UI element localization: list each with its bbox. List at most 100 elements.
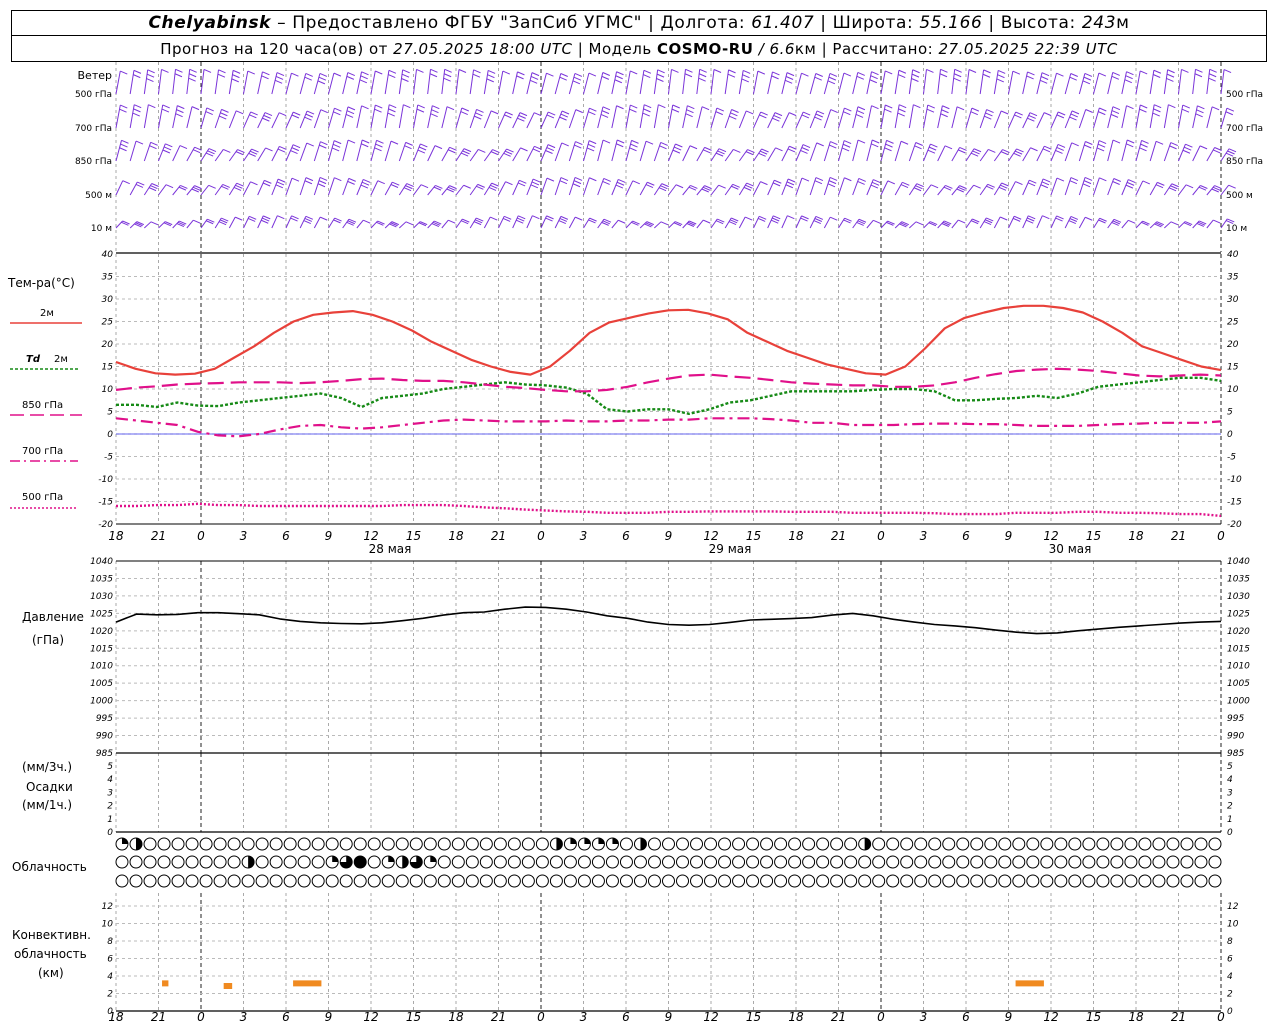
wind-barb [1163,142,1178,162]
wind-barb-staff [1064,110,1073,129]
wind-barb [1192,105,1205,129]
wind-barb-flag [137,181,145,186]
wind-barb-flag [843,111,851,116]
wind-barb [1093,177,1107,196]
wind-barb-staff [455,107,463,129]
wind-barb [1036,145,1052,162]
cloud-circle-outline [1054,837,1068,851]
wind-barb-staff [937,145,946,162]
wind-barb-flag [1043,112,1052,117]
cloud-cover-circle [199,837,213,851]
wind-barb [1036,178,1051,196]
wind-barb [271,215,285,229]
wind-barb-flag [942,105,950,110]
legend-td-level: 2м [54,354,68,365]
wind-barb-staff [866,179,874,196]
wind-barb-flag [643,74,651,79]
wind-barb-flag [815,177,824,182]
convective-cloud-bar [1015,980,1044,987]
cloud-circle-outline [1040,855,1054,869]
wind-barb-flag [927,104,935,109]
wind-barb [568,109,583,129]
wind-barb [767,179,782,196]
hour-tick-label: 6 [622,1010,630,1024]
cloud-circle-outline [928,874,942,888]
cloud-circle-outline [129,855,143,869]
hour-tick-label: 0 [1217,1010,1225,1024]
cloud-cover-circle [619,855,633,869]
wind-barb [625,139,639,162]
wind-barb-flag [405,141,413,146]
wind-barb [498,215,512,229]
wind-barb-flag [1228,148,1237,153]
cloud-circle-outline [1138,837,1152,851]
wind-barb [1206,147,1222,162]
wind-barb [710,148,727,162]
wind-barb-staff [1163,69,1169,95]
cloud-cover-circle [339,874,353,888]
wind-barb [200,69,212,95]
cloud-circle-outline [732,855,746,869]
wind-barb-staff [611,139,618,162]
cloud-cover-circle [1082,855,1096,869]
cloud-circle-outline [395,837,409,851]
wind-barb-flag [448,219,456,224]
cloud-cover-circle [339,837,353,851]
wind-barb [554,177,569,196]
cloud-circle-outline [704,837,718,851]
wind-barb-flag [616,181,625,186]
wind-barb-flag [179,145,188,150]
wind-barb [908,69,920,95]
cloud-cover-circle [1068,837,1082,851]
conv-ytick-label: 10 [1227,920,1239,930]
wind-barb-flag [1112,106,1121,111]
wind-barb [753,70,766,95]
pressure-ytick-label: 1030 [1227,592,1250,602]
wind-barb [498,181,513,196]
wind-barb [243,111,258,129]
wind-barb-flag [1226,107,1235,112]
wind-barb-staff [1022,71,1028,95]
wind-barb [866,219,881,229]
wind-barb [597,218,612,229]
cloud-circle-outline [185,855,199,869]
wind-barb [583,177,597,196]
wind-barb-flag [247,70,255,75]
cloud-cover-circle [409,837,423,851]
wind-barb [186,185,202,196]
wind-barb-staff [696,106,703,129]
wind-barb-staff [441,219,449,229]
wind-barb [894,69,907,95]
wind-barb-flag [884,147,892,152]
wind-barb [285,215,299,229]
wind-barb [1064,73,1078,95]
cloud-cover-circle [409,855,423,869]
wind-barb-flag [801,177,810,182]
cloud-cover-circle [479,855,493,869]
wind-barb-staff [1192,69,1196,95]
wind-barb-staff [738,70,744,95]
wind-barb [554,215,569,229]
wind-barb-flag [871,105,879,110]
wind-barb-flag [561,110,570,115]
precip-ytick-label: 5 [107,762,113,772]
wind-barb-flag [659,145,667,150]
cloud-circle-outline [1040,874,1054,888]
wind-barb [682,145,698,162]
wind-barb-flag [177,105,185,110]
cloud-circle-outline [928,855,942,869]
wind-barb-flag [333,72,342,77]
cloud-circle-outline [676,874,690,888]
cloud-cover-circle [213,874,227,888]
wind-barb-flag [120,143,128,148]
wind-barb [993,70,1006,95]
wind-barb-flag [517,71,525,76]
wind-barb [1206,106,1220,129]
wind-barb [214,217,229,229]
cloud-cover-circle [535,837,549,851]
wind-barb [143,104,156,129]
cloud-cover-circle [283,874,297,888]
wind-barb [781,145,797,162]
precip-ytick-label: 4 [1227,775,1233,785]
wind-barb [328,140,342,162]
